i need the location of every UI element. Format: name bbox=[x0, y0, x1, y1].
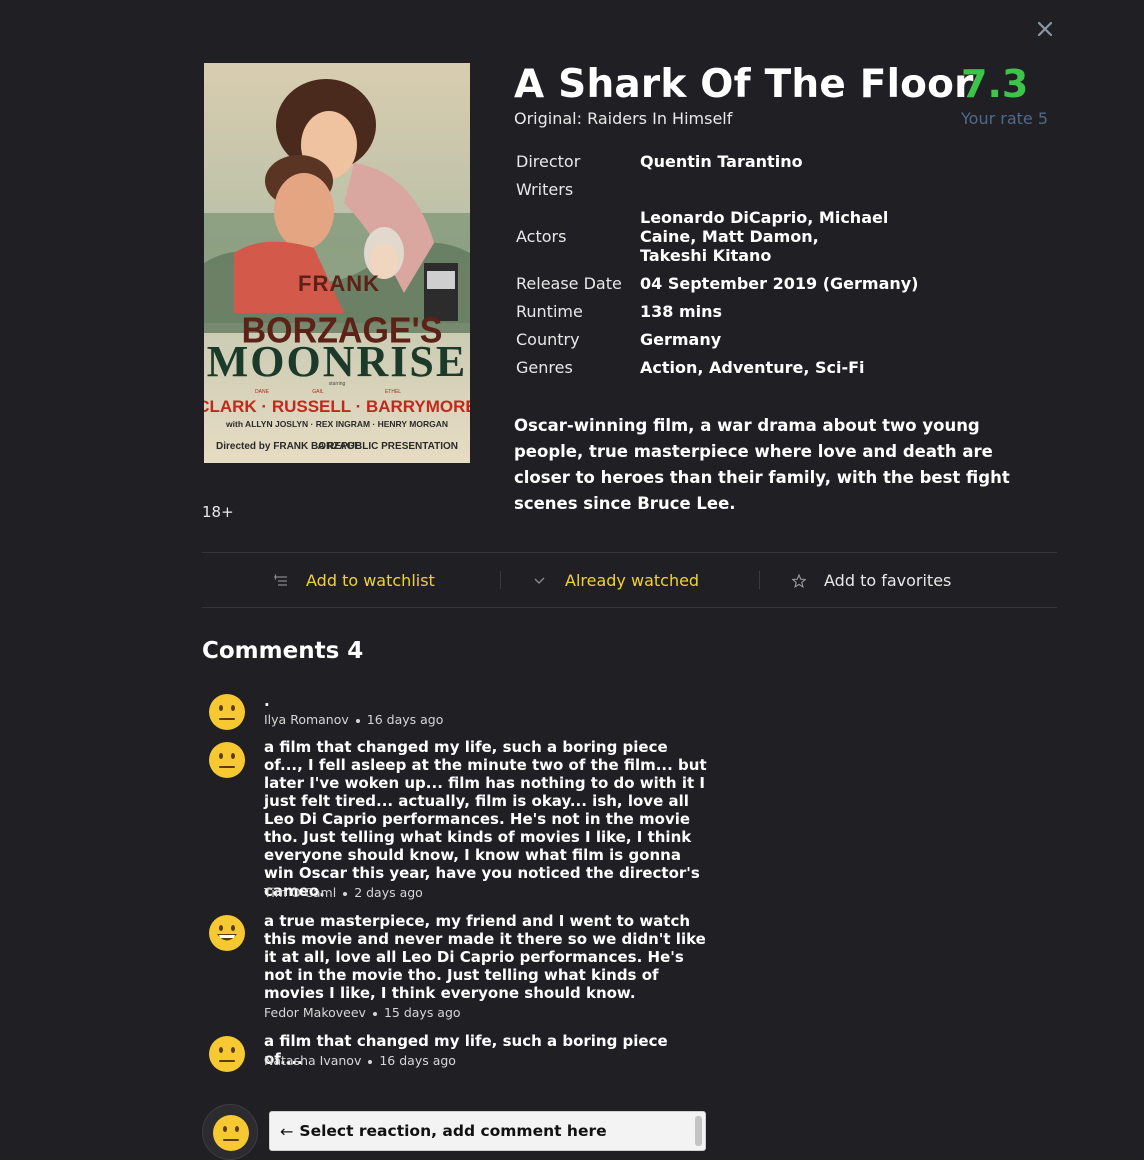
comment-author[interactable]: Natasha Ivanov bbox=[264, 1053, 361, 1068]
arrow-left-icon: ← bbox=[280, 1121, 294, 1141]
close-icon bbox=[1037, 21, 1053, 37]
comment-input[interactable]: ← Select reaction, add comment here bbox=[269, 1111, 706, 1151]
add-to-favorites-button[interactable]: Add to favorites bbox=[791, 553, 952, 607]
movie-poster: FRANK BORZAGE'S MOONRISE starring DANE G… bbox=[204, 63, 470, 463]
poster-presentation: A REPUBLIC PRESENTATION bbox=[318, 441, 458, 452]
comments-title: Comments 4 bbox=[202, 638, 364, 664]
release-label: Release Date bbox=[516, 274, 622, 293]
action-bar: Add to watchlist Already watched Add to … bbox=[202, 552, 1057, 608]
release-value: 04 September 2019 (Germany) bbox=[640, 274, 919, 293]
divider bbox=[759, 571, 760, 589]
star-outline-icon bbox=[791, 573, 807, 588]
checkmark-icon bbox=[533, 573, 547, 587]
genres-value: Action, Adventure, Sci-Fi bbox=[640, 358, 865, 377]
separator-dot bbox=[372, 1011, 377, 1016]
close-button[interactable] bbox=[1034, 18, 1056, 40]
director-label: Director bbox=[516, 152, 581, 171]
age-rating: 18+ bbox=[202, 503, 234, 521]
comment-text: a true masterpiece, my friend and I went… bbox=[264, 912, 706, 1002]
country-value: Germany bbox=[640, 330, 722, 349]
comment-meta: Tim O'Caml 2 days ago bbox=[264, 885, 423, 900]
watchlist-label: Add to watchlist bbox=[306, 570, 435, 590]
add-to-watchlist-button[interactable]: Add to watchlist bbox=[273, 553, 435, 607]
comment-author[interactable]: Fedor Makoveev bbox=[264, 1005, 366, 1020]
original-title: Original: Raiders In Himself bbox=[514, 109, 733, 128]
movie-rating: 7.3 bbox=[961, 62, 1029, 106]
comment-time: 16 days ago bbox=[379, 1053, 456, 1068]
runtime-value: 138 mins bbox=[640, 302, 723, 321]
poster-starring: starring bbox=[329, 381, 346, 387]
separator-dot bbox=[343, 891, 348, 896]
separator-dot bbox=[368, 1059, 373, 1064]
comment-author[interactable]: Tim O'Caml bbox=[264, 885, 336, 900]
comment-text: a film that changed my life, such a bori… bbox=[264, 738, 707, 900]
runtime-label: Runtime bbox=[516, 302, 583, 321]
your-rate[interactable]: Your rate 5 bbox=[961, 109, 1048, 128]
watched-label: Already watched bbox=[565, 570, 700, 590]
actors-value[interactable]: Leonardo DiCaprio, Michael Caine, Matt D… bbox=[640, 208, 890, 265]
grinning-face-icon bbox=[208, 914, 246, 952]
neutral-face-icon bbox=[208, 693, 246, 731]
poster-supporting: with ALLYN JOSLYN · REX INGRAM · HENRY M… bbox=[225, 419, 448, 429]
comment-meta: Fedor Makoveev 15 days ago bbox=[264, 1005, 461, 1020]
poster-star-first-2: GAIL bbox=[312, 389, 324, 395]
reaction-picker-button[interactable] bbox=[202, 1104, 258, 1160]
comment-placeholder: Select reaction, add comment here bbox=[299, 1122, 607, 1140]
poster-top-name: FRANK bbox=[298, 271, 380, 296]
poster-star-first-1: DANE bbox=[255, 389, 270, 395]
list-add-icon bbox=[273, 573, 288, 587]
neutral-face-icon bbox=[208, 741, 246, 779]
separator-dot bbox=[355, 718, 360, 723]
comment-text: . bbox=[264, 692, 270, 710]
poster-star-first-3: ETHEL bbox=[385, 389, 401, 395]
poster-star-last-names: CLARK · RUSSELL · BARRYMORE bbox=[204, 397, 470, 416]
neutral-face-icon bbox=[208, 1035, 246, 1073]
poster-film-title: MOONRISE bbox=[207, 337, 467, 386]
genres-label: Genres bbox=[516, 358, 573, 377]
writers-label: Writers bbox=[516, 180, 574, 199]
divider bbox=[500, 571, 501, 589]
comment-meta: Natasha Ivanov 16 days ago bbox=[264, 1053, 456, 1068]
favorites-label: Add to favorites bbox=[824, 570, 952, 590]
actors-label: Actors bbox=[516, 227, 567, 246]
comment-meta: Ilya Romanov 16 days ago bbox=[264, 712, 443, 727]
neutral-face-icon bbox=[213, 1115, 249, 1151]
country-label: Country bbox=[516, 330, 580, 349]
already-watched-button[interactable]: Already watched bbox=[533, 553, 699, 607]
comment-time: 15 days ago bbox=[383, 1005, 461, 1020]
scrollbar[interactable] bbox=[695, 1116, 702, 1146]
comment-author[interactable]: Ilya Romanov bbox=[264, 712, 349, 727]
movie-description: Oscar-winning film, a war drama about tw… bbox=[514, 416, 1010, 513]
director-value[interactable]: Quentin Tarantino bbox=[640, 152, 930, 171]
movie-title: A Shark Of The Floor bbox=[514, 62, 974, 107]
comment-time: 16 days ago bbox=[366, 712, 444, 727]
comment-time: 2 days ago bbox=[354, 885, 423, 900]
